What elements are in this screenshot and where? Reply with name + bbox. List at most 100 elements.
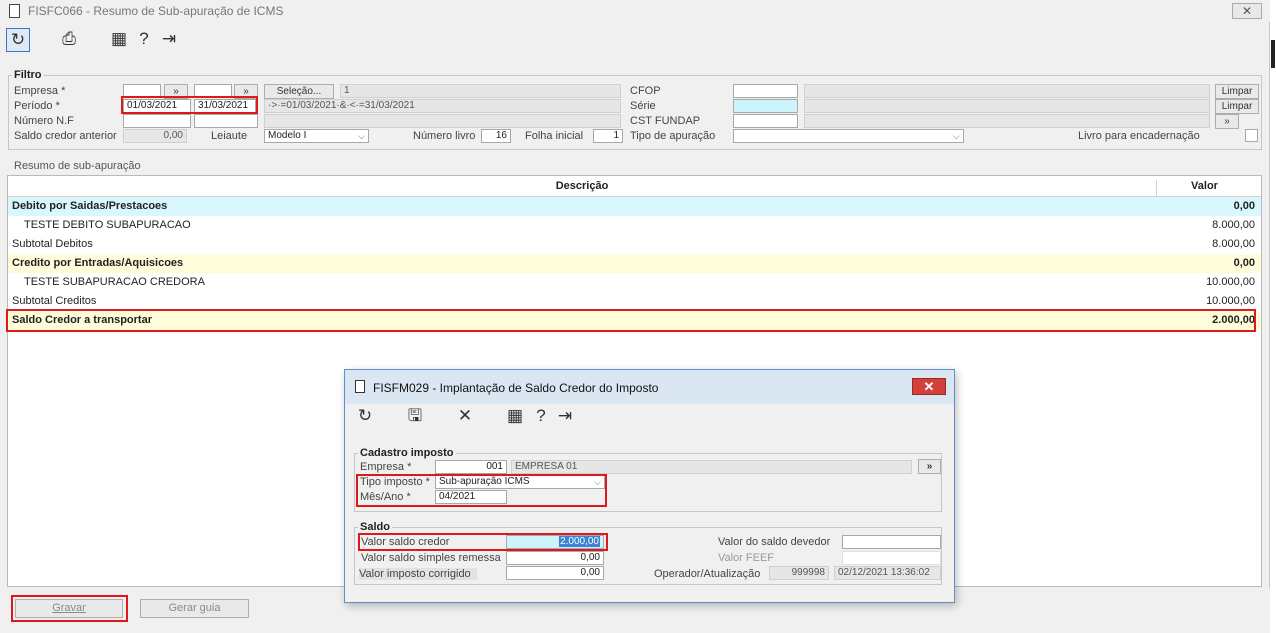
numero-livro-label: Número livro [413, 130, 476, 142]
cst-fundap-lookup-button[interactable]: » [1215, 114, 1239, 129]
periodo-label: Período * [14, 100, 60, 112]
valor-saldo-simples-label: Valor saldo simples remessa [361, 552, 501, 564]
folha-inicial-input[interactable]: 1 [593, 129, 623, 143]
numero-nf-start-input[interactable] [123, 114, 191, 128]
valor-saldo-credor-label: Valor saldo credor [361, 536, 450, 548]
valor-column-header[interactable]: Valor [1156, 180, 1252, 197]
row-descricao: Debito por Saidas/Prestacoes [12, 200, 168, 212]
tipo-imposto-label: Tipo imposto * [360, 476, 430, 488]
help-icon[interactable]: ? [132, 28, 156, 52]
right-edge-mark [1271, 40, 1275, 68]
saldo-credor-anterior-value: 0,00 [123, 129, 187, 143]
table-row[interactable]: TESTE SUBAPURACAO CREDORA 10.000,00 [8, 273, 1261, 292]
periodo-start-input[interactable]: 01/03/2021 [123, 99, 191, 113]
exit-icon[interactable]: ⇥ [553, 405, 577, 429]
summary-caption: Resumo de sub-apuração [14, 160, 141, 172]
atualizacao-value: 02/12/2021 13:36:02 [834, 566, 941, 580]
chevron-down-icon: ⌵ [594, 477, 601, 487]
row-descricao: Saldo Credor a transportar [12, 314, 152, 326]
tipo-imposto-value: Sub-apuração ICMS [439, 476, 530, 487]
mes-ano-input[interactable]: 04/2021 [435, 490, 507, 504]
row-descricao: Credito por Entradas/Aquisicoes [12, 257, 184, 269]
livro-encadernacao-label: Livro para encadernação [1078, 130, 1200, 142]
cst-fundap-input[interactable] [733, 114, 798, 128]
valor-saldo-simples-input[interactable]: 0,00 [506, 551, 604, 565]
chevron-down-icon: ⌵ [358, 131, 365, 141]
calendar-icon[interactable]: ▦ [503, 405, 527, 429]
empresa-lookup-button-2[interactable]: » [234, 84, 258, 99]
window-close-button[interactable]: ✕ [1232, 3, 1262, 19]
row-descricao: TESTE SUBAPURACAO CREDORA [24, 276, 205, 288]
dialog-close-button[interactable]: ✕ [912, 378, 946, 395]
folha-inicial-label: Folha inicial [525, 130, 584, 142]
exit-icon[interactable]: ⇥ [157, 28, 181, 52]
valor-feef-input[interactable] [842, 551, 941, 565]
serie-label: Série [630, 100, 656, 112]
numero-nf-end-input[interactable] [194, 114, 258, 128]
modal-empresa-label: Empresa * [360, 461, 412, 473]
row-valor: 0,00 [1233, 200, 1255, 212]
leiaute-label: Leiaute [211, 130, 248, 142]
limpar-button-serie[interactable]: Limpar [1215, 99, 1259, 114]
modal-empresa-lookup-button[interactable]: » [918, 459, 941, 474]
valor-saldo-devedor-input[interactable] [842, 535, 941, 549]
table-row[interactable]: Subtotal Creditos 10.000,00 [8, 292, 1261, 311]
row-valor: 2.000,00 [1212, 314, 1255, 326]
cst-fundap-description [804, 114, 1210, 128]
row-descricao: Subtotal Debitos [12, 238, 93, 250]
saldo-legend: Saldo [358, 521, 392, 533]
cancel-icon[interactable]: ✕ [453, 405, 477, 429]
cst-fundap-label: CST FUNDAP [630, 115, 701, 127]
cadastro-legend: Cadastro imposto [358, 447, 456, 459]
grid-header: Descrição Valor [8, 176, 1261, 197]
table-row[interactable]: Credito por Entradas/Aquisicoes 0,00 [8, 254, 1261, 273]
row-valor: 8.000,00 [1212, 219, 1255, 231]
cfop-label: CFOP [630, 85, 661, 97]
help-icon[interactable]: ? [529, 405, 553, 429]
leiaute-select[interactable]: Modelo I ⌵ [264, 129, 369, 143]
table-row[interactable]: TESTE DEBITO SUBAPURACAO 8.000,00 [8, 216, 1261, 235]
operador-label: Operador/Atualização [654, 568, 761, 580]
cfop-input[interactable] [733, 84, 798, 98]
save-icon[interactable]: 🖫 [403, 405, 427, 429]
tipo-apuracao-select[interactable]: ⌵ [733, 129, 964, 143]
dialog-title-bar: FISFM029 - Implantação de Saldo Credor d… [345, 370, 954, 404]
limpar-button-cfop[interactable]: Limpar [1215, 84, 1259, 99]
print-icon[interactable]: ⎙ [57, 28, 81, 52]
modal-empresa-code-input[interactable]: 001 [435, 460, 507, 474]
window-title: FISFC066 - Resumo de Sub-apuração de ICM… [28, 4, 284, 18]
table-row[interactable]: Subtotal Debitos 8.000,00 [8, 235, 1261, 254]
row-valor: 0,00 [1233, 257, 1255, 269]
tipo-imposto-select[interactable]: Sub-apuração ICMS ⌵ [435, 475, 605, 489]
selecao-expression: ·>·=01/03/2021·&·<·=31/03/2021 [264, 99, 621, 113]
gerar-guia-button[interactable]: Gerar guia [140, 599, 249, 618]
valor-feef-label: Valor FEEF [718, 552, 775, 564]
refresh-icon[interactable]: ↻ [6, 28, 30, 52]
saldo-credor-dialog: FISFM029 - Implantação de Saldo Credor d… [344, 369, 955, 603]
empresa-label: Empresa * [14, 85, 66, 97]
modal-empresa-name: EMPRESA 01 [511, 460, 912, 474]
document-icon [355, 380, 365, 393]
chevron-down-icon: ⌵ [953, 131, 960, 141]
refresh-icon[interactable]: ↻ [353, 405, 377, 429]
empresa-name-input[interactable] [194, 84, 232, 98]
valor-imposto-corrigido-input[interactable]: 0,00 [506, 566, 604, 580]
empresa-input[interactable] [123, 84, 161, 98]
row-descricao: Subtotal Creditos [12, 295, 97, 307]
serie-input[interactable] [733, 99, 798, 113]
valor-saldo-devedor-label: Valor do saldo devedor [718, 536, 831, 548]
operador-value: 999998 [769, 566, 829, 580]
valor-saldo-credor-input[interactable]: 2.000,00 [506, 535, 604, 549]
table-row[interactable]: Debito por Saidas/Prestacoes 0,00 [8, 197, 1261, 216]
empresa-lookup-button[interactable]: » [164, 84, 188, 99]
livro-encadernacao-checkbox[interactable] [1245, 129, 1258, 142]
gravar-button[interactable]: Gravar [15, 599, 123, 618]
table-row[interactable]: Saldo Credor a transportar 2.000,00 [8, 311, 1261, 330]
numero-livro-input[interactable]: 16 [481, 129, 511, 143]
selecao-button[interactable]: Seleção... [264, 84, 334, 99]
numero-nf-label: Número N.F [14, 115, 74, 127]
periodo-end-input[interactable]: 31/03/2021 [194, 99, 256, 113]
calendar-icon[interactable]: ▦ [107, 28, 131, 52]
descricao-column-header[interactable]: Descrição [8, 180, 1156, 192]
numero-nf-expression [264, 114, 621, 128]
